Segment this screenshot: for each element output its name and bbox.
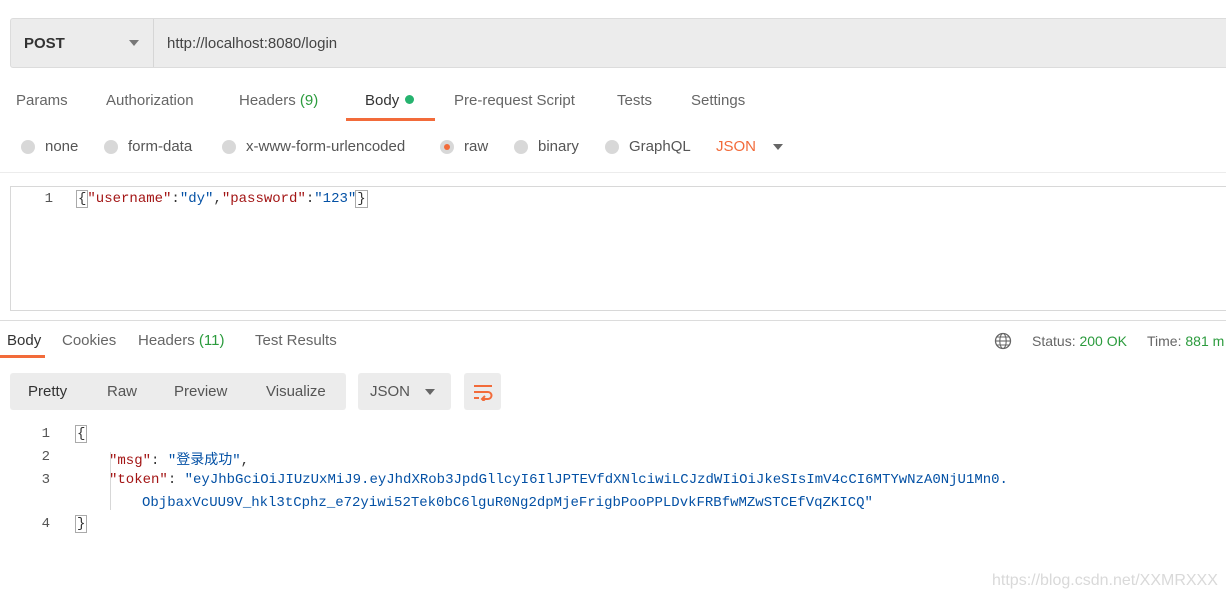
time-label: Time: 881 m (1147, 333, 1224, 349)
radio-binary[interactable]: binary (514, 138, 579, 155)
tab-body-label: Body (365, 92, 400, 109)
chevron-down-icon (425, 388, 436, 395)
tab-tests[interactable]: Tests (617, 92, 652, 109)
url-text: http://localhost:8080/login (167, 34, 338, 52)
radio-circle (605, 139, 619, 154)
method-label: POST (24, 34, 65, 52)
radio-circle (104, 139, 118, 154)
line-number: 3 (41, 472, 50, 488)
json-value: "dy" (179, 191, 214, 207)
tab-params[interactable]: Params (16, 92, 68, 109)
wrap-lines-icon (473, 384, 492, 401)
json-key: "username" (87, 191, 172, 207)
radio-urlencoded-label: x-www-form-urlencoded (246, 138, 406, 155)
json-value: "123" (314, 191, 357, 207)
response-tab-headers-label: Headers (138, 332, 195, 349)
radio-raw[interactable]: raw (440, 138, 488, 155)
tab-authorization[interactable]: Authorization (106, 92, 194, 109)
response-divider (0, 320, 1226, 321)
radio-raw-label: raw (464, 138, 489, 155)
raw-format-select[interactable]: JSON (716, 138, 784, 155)
response-format-label: JSON (370, 383, 411, 400)
time-label-text: Time: (1147, 333, 1182, 349)
indent-guide (110, 452, 111, 510)
method-select[interactable]: POST (11, 19, 154, 67)
code-line: "msg": "登录成功", (109, 453, 250, 469)
radio-graphql-label: GraphQL (629, 138, 691, 155)
code-line: { (75, 425, 88, 443)
headers-count: (9) (299, 92, 319, 109)
tab-prerequest-script[interactable]: Pre-request Script (454, 92, 575, 109)
url-input[interactable]: http://localhost:8080/login (154, 19, 337, 67)
globe-icon[interactable] (994, 332, 1012, 350)
json-key: "msg" (109, 453, 152, 469)
status-label: Status: 200 OK (1032, 333, 1127, 349)
response-tab-cookies[interactable]: Cookies (62, 332, 116, 349)
code-line-wrapped: ObjbaxVcUU9V_hkl3tCphz_e72yiwi52Tek0bC6l… (142, 495, 873, 511)
chevron-down-icon (773, 143, 784, 150)
response-headers-count: (11) (198, 332, 225, 349)
radio-binary-label: binary (538, 138, 579, 155)
line-number: 1 (44, 191, 53, 207)
watermark: https://blog.csdn.net/XXMRXXX (992, 572, 1218, 589)
view-mode-group: Pretty Raw Preview Visualize (10, 373, 346, 410)
status-value: 200 OK (1079, 333, 1127, 349)
response-active-underline (0, 355, 45, 358)
body-indicator-dot (405, 95, 415, 104)
view-preview-button[interactable]: Preview (174, 383, 227, 400)
divider (0, 172, 1226, 173)
radio-form-data-label: form-data (128, 138, 193, 155)
comma: , (213, 191, 222, 207)
chevron-down-icon (129, 40, 139, 46)
line-number: 1 (41, 426, 50, 442)
radio-circle (514, 139, 528, 154)
body-type-options: none form-data x-www-form-urlencoded raw… (0, 136, 800, 160)
response-tab-test-results[interactable]: Test Results (255, 332, 337, 349)
radio-circle (21, 139, 35, 154)
json-value: ObjbaxVcUU9V_hkl3tCphz_e72yiwi52Tek0bC6l… (142, 495, 873, 511)
tab-headers-label: Headers (239, 92, 296, 109)
response-tab-body[interactable]: Body (7, 332, 41, 349)
colon: : (305, 191, 315, 207)
colon: : (171, 191, 180, 207)
radio-none-label: none (45, 138, 79, 155)
radio-circle-checked (440, 139, 454, 154)
response-tab-headers[interactable]: Headers (11) (138, 332, 224, 349)
code-line: "token": "eyJhbGciOiJIUzUxMiJ9.eyJhdXRob… (109, 472, 1008, 488)
code-line: {"username":"dy","password":"123"} (76, 190, 368, 208)
close-brace: } (75, 515, 88, 533)
tab-settings[interactable]: Settings (691, 92, 745, 109)
tab-body[interactable]: Body (365, 92, 415, 109)
wrap-lines-button[interactable] (464, 373, 501, 410)
line-number: 4 (41, 516, 50, 532)
time-value: 881 m (1185, 333, 1225, 349)
close-brace: } (355, 190, 368, 208)
open-brace: { (75, 425, 88, 443)
view-visualize-button[interactable]: Visualize (266, 383, 326, 400)
view-pretty-button[interactable]: Pretty (28, 383, 67, 400)
radio-graphql[interactable]: GraphQL (605, 138, 691, 155)
json-value: "eyJhbGciOiJIUzUxMiJ9.eyJhdXRob3JpdGllcy… (184, 472, 1008, 488)
radio-form-data[interactable]: form-data (104, 138, 192, 155)
response-format-select[interactable]: JSON (358, 373, 451, 410)
active-tab-underline (346, 118, 435, 121)
json-value: "登录成功" (167, 453, 241, 469)
request-url-bar: POST http://localhost:8080/login (10, 18, 1226, 68)
radio-urlencoded[interactable]: x-www-form-urlencoded (222, 138, 405, 155)
raw-format-label: JSON (716, 138, 757, 155)
tab-headers[interactable]: Headers (9) (239, 92, 318, 109)
code-line: } (75, 515, 88, 533)
request-tabs: Params Authorization Headers (9) Body Pr… (0, 88, 800, 124)
json-key: "token" (109, 472, 168, 488)
request-body-editor[interactable]: 1 {"username":"dy","password":"123"} (10, 186, 1226, 311)
view-raw-button[interactable]: Raw (107, 383, 137, 400)
line-number: 2 (41, 449, 50, 465)
radio-none[interactable]: none (21, 138, 78, 155)
json-key: "password" (221, 191, 306, 207)
status-label-text: Status: (1032, 333, 1076, 349)
radio-circle (222, 139, 236, 154)
